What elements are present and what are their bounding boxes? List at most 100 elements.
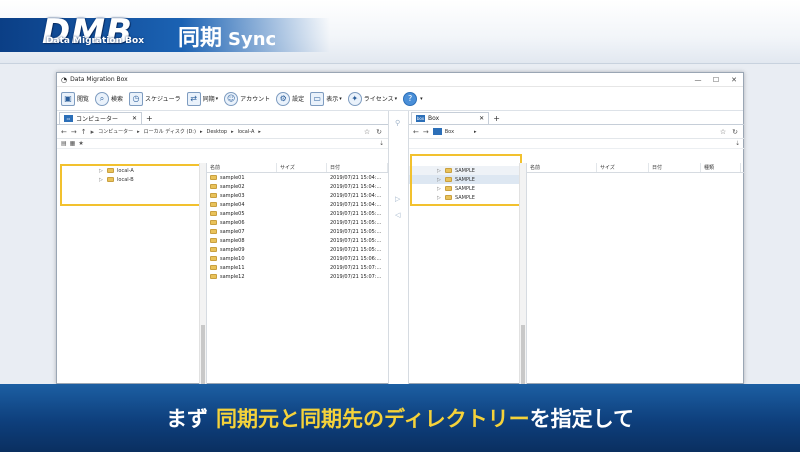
breadcrumb-item[interactable]: コンピューター: [98, 128, 133, 135]
right-sub-toolbar: ⇣: [409, 139, 744, 149]
file-name: sample12: [220, 273, 245, 280]
table-row[interactable]: sample08 2019/07/21 15:05:...: [207, 236, 388, 245]
sort-icon[interactable]: ⇣: [379, 140, 384, 147]
star-icon[interactable]: ☆: [720, 128, 726, 136]
breadcrumb-item[interactable]: Desktop: [206, 129, 227, 135]
sync-left-arrow-icon[interactable]: ◁: [395, 211, 400, 219]
file-name-cell: sample01: [207, 173, 277, 182]
toolbar-settings-button[interactable]: ⚙ 設定: [276, 91, 304, 106]
refresh-icon[interactable]: ↻: [732, 128, 738, 136]
tab-computer[interactable]: ▭ コンピューター ✕: [59, 112, 143, 124]
table-row[interactable]: sample09 2019/07/21 15:05:...: [207, 245, 388, 254]
column-date[interactable]: 日付: [327, 163, 388, 172]
toolbar-license-button[interactable]: ✦ ライセンス ▾: [347, 91, 397, 106]
account-icon: ☺: [224, 91, 239, 106]
toolbar-scheduler-button[interactable]: ◷ スケジューラ: [129, 91, 181, 106]
file-name: sample02: [220, 183, 245, 190]
table-row[interactable]: sample05 2019/07/21 15:05:...: [207, 209, 388, 218]
file-date-cell: 2019/07/21 15:04:...: [330, 201, 382, 208]
breadcrumb-item[interactable]: local-A: [238, 129, 255, 135]
display-icon: ▭: [310, 91, 325, 106]
file-date-cell: 2019/07/21 15:04:...: [330, 192, 382, 199]
toolbar-label: 同期: [202, 96, 215, 103]
forward-icon[interactable]: →: [423, 128, 429, 136]
table-row[interactable]: sample04 2019/07/21 15:04:...: [207, 200, 388, 209]
toolbar-display-button[interactable]: ▭ 表示 ▾: [310, 91, 342, 106]
list-header: 名前 サイズ 日付 種類: [527, 163, 744, 173]
close-icon[interactable]: ✕: [132, 115, 137, 122]
breadcrumb-separator: ▸: [474, 128, 477, 135]
table-row[interactable]: sample10 2019/07/21 15:06:...: [207, 254, 388, 263]
table-row[interactable]: sample03 2019/07/21 15:04:...: [207, 191, 388, 200]
folder-icon: [210, 193, 217, 198]
file-date-cell: 2019/07/21 15:04:...: [330, 174, 382, 181]
toolbar-browse-button[interactable]: ▣ 閲覧: [61, 91, 89, 106]
view-icon[interactable]: ▦: [70, 140, 76, 147]
folder-icon: [210, 265, 217, 270]
left-address-bar: ← → ↑ ▸ コンピューター ▸ ローカル ディスク (D:) ▸ Desktop…: [57, 125, 388, 139]
table-row[interactable]: sample07 2019/07/21 15:05:...: [207, 227, 388, 236]
table-row[interactable]: sample11 2019/07/21 15:07:...: [207, 263, 388, 272]
right-address-bar: ← → Box ▸ ☆ ↻: [409, 125, 744, 139]
close-button[interactable]: ✕: [725, 76, 743, 84]
file-size-cell: [277, 173, 327, 182]
back-icon[interactable]: ←: [61, 128, 67, 136]
maximize-button[interactable]: ☐: [707, 76, 725, 84]
toolbar-account-button[interactable]: ☺ アカウント: [224, 91, 270, 106]
computer-icon: ▭: [64, 115, 73, 122]
add-tab-button[interactable]: +: [493, 114, 500, 124]
file-name: sample10: [220, 255, 245, 262]
table-row[interactable]: sample02 2019/07/21 15:04:...: [207, 182, 388, 191]
left-rows: sample01 2019/07/21 15:04:... sample02 2019…: [207, 173, 388, 281]
forward-icon[interactable]: →: [71, 128, 77, 136]
file-name-cell: sample10: [207, 254, 277, 263]
table-row[interactable]: sample01 2019/07/21 15:04:...: [207, 173, 388, 182]
minimize-button[interactable]: —: [689, 76, 707, 84]
left-tree-scrollbar[interactable]: [199, 163, 206, 385]
left-folder-tree: ▷ local-A ▷ local-B: [57, 163, 207, 385]
column-size[interactable]: サイズ: [277, 163, 327, 172]
column-size[interactable]: サイズ: [597, 163, 649, 172]
toolbar-search-button[interactable]: ⌕ 検索: [95, 91, 123, 106]
tab-box[interactable]: box Box ✕: [411, 112, 490, 124]
file-name-cell: sample08: [207, 236, 277, 245]
scroll-thumb[interactable]: [521, 325, 525, 385]
file-size-cell: [277, 209, 327, 218]
refresh-icon[interactable]: ↻: [376, 128, 382, 136]
address-actions: ☆ ↻: [364, 128, 388, 136]
column-type[interactable]: 種類: [701, 163, 741, 172]
back-icon[interactable]: ←: [413, 128, 419, 136]
sync-right-arrow-icon[interactable]: ▷: [395, 195, 400, 203]
up-icon[interactable]: ↑: [81, 128, 87, 136]
column-date[interactable]: 日付: [649, 163, 701, 172]
star-icon[interactable]: ☆: [364, 128, 370, 136]
file-name-cell: sample02: [207, 182, 277, 191]
file-name: sample06: [220, 219, 245, 226]
right-tree-scrollbar[interactable]: [519, 163, 526, 385]
scroll-thumb[interactable]: [201, 325, 205, 385]
close-icon[interactable]: ✕: [479, 115, 484, 122]
folder-icon: [210, 238, 217, 243]
link-icon[interactable]: ⚲: [395, 119, 400, 127]
column-name[interactable]: 名前: [207, 163, 277, 172]
folder-icon: [210, 175, 217, 180]
scheduler-icon: ◷: [129, 91, 144, 106]
table-row[interactable]: sample06 2019/07/21 15:05:...: [207, 218, 388, 227]
toolbar-help-button[interactable]: ? ▾: [403, 91, 423, 106]
breadcrumb-item[interactable]: Box: [445, 129, 454, 135]
new-folder-icon[interactable]: ▤: [61, 140, 67, 147]
toolbar-sync-button[interactable]: ⇄ 同期 ▾: [186, 91, 218, 106]
sort-icon[interactable]: ⇣: [735, 140, 740, 147]
toolbar-label: 表示: [326, 96, 339, 103]
breadcrumb-item[interactable]: ローカル ディスク (D:): [144, 128, 196, 135]
favorite-icon[interactable]: ★: [78, 140, 83, 147]
file-name: sample01: [220, 174, 245, 181]
help-icon: ?: [403, 91, 418, 106]
file-name: sample04: [220, 201, 245, 208]
logo-subtitle: Data Migration Box: [46, 36, 145, 46]
table-row[interactable]: sample12 2019/07/21 15:07:...: [207, 272, 388, 281]
add-tab-button[interactable]: +: [146, 114, 153, 124]
column-name[interactable]: 名前: [527, 163, 597, 172]
folder-icon: [210, 274, 217, 279]
chevron-down-icon: ▾: [339, 95, 342, 102]
